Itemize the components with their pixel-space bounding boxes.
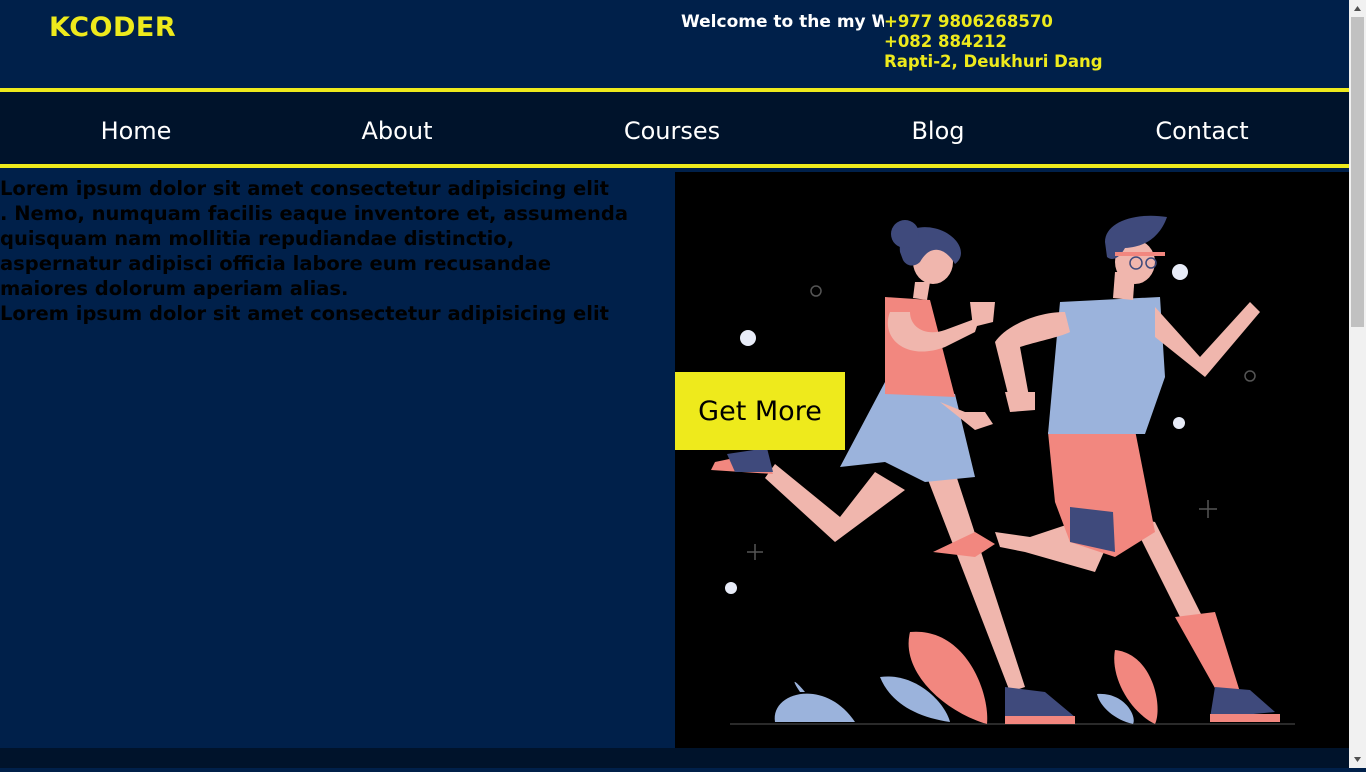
address: Rapti-2, Deukhuri Dang (884, 52, 1103, 71)
hero-line: Lorem ipsum dolor sit amet consectetur a… (0, 302, 609, 325)
nav-item-about[interactable]: About (318, 92, 476, 164)
hero-illustration (675, 172, 1349, 748)
scroll-up-arrow-icon[interactable] (1349, 0, 1366, 17)
page: KCODER Welcome to the my Website +977 98… (0, 0, 1349, 768)
nav-item-contact[interactable]: Contact (1120, 92, 1284, 164)
get-more-button[interactable]: Get More (675, 372, 845, 450)
hero-paragraph: Lorem ipsum dolor sit amet consectetur a… (0, 176, 670, 326)
running-people-illustration (711, 215, 1295, 725)
scroll-thumb[interactable] (1351, 17, 1364, 327)
welcome-text: Welcome to the my Website (681, 12, 884, 32)
phone-secondary: +082 884212 (884, 32, 1007, 51)
nav-item-home[interactable]: Home (57, 92, 215, 164)
hero-line: Lorem ipsum dolor sit amet consectetur a… (0, 177, 609, 200)
vertical-scrollbar[interactable] (1349, 0, 1366, 768)
nav-item-blog[interactable]: Blog (858, 92, 1018, 164)
contact-info: +977 9806268570 +082 884212 Rapti-2, Deu… (884, 12, 1103, 72)
brand-logo[interactable]: KCODER (49, 12, 176, 43)
hero-line: maiores dolorum aperiam alias. (0, 277, 349, 300)
hero-line: . Nemo, numquam facilis eaque inventore … (0, 202, 629, 225)
hero-line: quisquam nam mollitia repudiandae distin… (0, 227, 515, 250)
hero-line: aspernatur adipisci officia labore eum r… (0, 252, 551, 275)
main-nav: Home About Courses Blog Contact (0, 88, 1349, 168)
footer-strip (0, 748, 1349, 768)
scroll-down-arrow-icon[interactable] (1349, 751, 1366, 768)
phone-primary: +977 9806268570 (884, 12, 1053, 31)
top-header: KCODER Welcome to the my Website +977 98… (0, 0, 1349, 88)
nav-item-courses[interactable]: Courses (592, 92, 752, 164)
